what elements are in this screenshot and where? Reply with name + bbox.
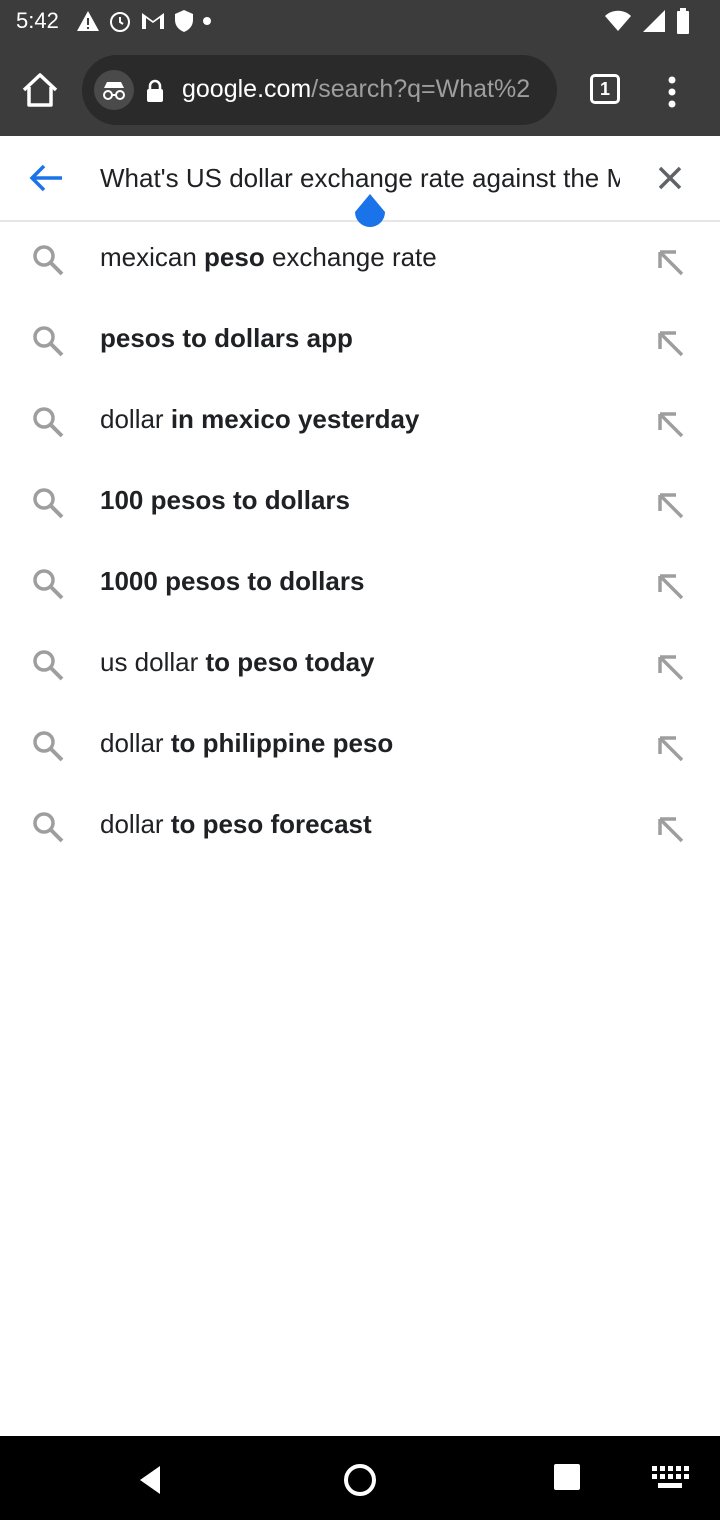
suggestion-text: mexican peso exchange rate [100, 242, 437, 272]
shield-icon [175, 10, 193, 32]
suggestion-item[interactable]: 100 pesos to dollars [0, 463, 720, 543]
search-icon [33, 245, 64, 276]
fill-query-arrow-icon[interactable] [652, 242, 688, 278]
incognito-icon [94, 70, 134, 110]
search-icon [33, 731, 64, 762]
more-menu-icon[interactable] [660, 72, 684, 112]
home-icon[interactable] [18, 68, 62, 112]
suggestion-text: pesos to dollars app [100, 323, 353, 353]
search-icon [33, 326, 64, 357]
signal-icon [643, 10, 665, 32]
search-icon [33, 812, 64, 843]
system-nav-bar [0, 1436, 720, 1520]
fill-query-arrow-icon[interactable] [652, 323, 688, 359]
fill-query-arrow-icon[interactable] [652, 485, 688, 521]
system-icons [604, 6, 690, 36]
nav-back-icon[interactable] [128, 1458, 172, 1502]
tab-switcher-button[interactable]: 1 [590, 74, 620, 104]
suggestion-text: 1000 pesos to dollars [100, 566, 365, 596]
suggestion-text: dollar to peso forecast [100, 809, 372, 839]
alarm-icon [110, 12, 130, 32]
suggestion-item[interactable]: 1000 pesos to dollars [0, 544, 720, 624]
tab-count: 1 [599, 79, 610, 99]
fill-query-arrow-icon[interactable] [652, 566, 688, 602]
keyboard-icon[interactable] [650, 1462, 690, 1494]
lock-icon[interactable] [144, 79, 166, 103]
dot-icon [203, 17, 211, 25]
suggestion-item[interactable]: dollar to philippine peso [0, 706, 720, 786]
warning-icon [77, 11, 99, 31]
suggestion-text: dollar in mexico yesterday [100, 404, 420, 434]
suggestion-item[interactable]: pesos to dollars app [0, 301, 720, 381]
back-arrow-icon[interactable] [28, 160, 66, 196]
fill-query-arrow-icon[interactable] [652, 404, 688, 440]
nav-recents-icon[interactable] [550, 1460, 586, 1496]
search-icon [33, 407, 64, 438]
battery-icon [677, 8, 689, 34]
status-bar: 5:42 [0, 0, 720, 44]
suggestion-item[interactable]: dollar in mexico yesterday [0, 382, 720, 462]
suggestion-item[interactable]: us dollar to peso today [0, 625, 720, 705]
fill-query-arrow-icon[interactable] [652, 647, 688, 683]
wifi-icon [605, 10, 631, 31]
fill-query-arrow-icon[interactable] [652, 728, 688, 764]
fill-query-arrow-icon[interactable] [652, 809, 688, 845]
search-icon [33, 650, 64, 681]
url-domain: google.com [182, 75, 312, 103]
search-icon [33, 488, 64, 519]
suggestion-item[interactable]: mexican peso exchange rate [0, 220, 720, 300]
suggestion-item[interactable]: dollar to peso forecast [0, 787, 720, 867]
url-text[interactable]: google.com/search?q=What%2 [182, 75, 542, 105]
browser-toolbar: google.com/search?q=What%2 1 [0, 44, 720, 136]
search-row [0, 136, 720, 227]
clear-icon[interactable] [652, 160, 688, 196]
url-path: /search?q=What%2 [311, 75, 531, 103]
suggestion-text: 100 pesos to dollars [100, 485, 350, 515]
status-time: 5:42 [16, 8, 59, 33]
suggestion-text: us dollar to peso today [100, 647, 375, 677]
notification-icons [76, 6, 212, 36]
gmail-icon [142, 13, 164, 29]
suggestion-text: dollar to philippine peso [100, 728, 394, 758]
search-icon [33, 569, 64, 600]
url-bar[interactable]: google.com/search?q=What%2 [82, 55, 557, 125]
nav-home-icon[interactable] [338, 1458, 382, 1502]
